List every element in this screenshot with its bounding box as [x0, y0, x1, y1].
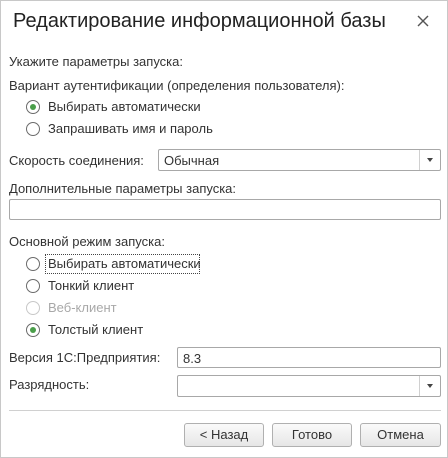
- chevron-down-icon[interactable]: [419, 150, 440, 170]
- version-input[interactable]: 8.3: [177, 347, 441, 368]
- extra-params-label: Дополнительные параметры запуска:: [9, 181, 237, 196]
- speed-label: Скорость соединения:: [9, 153, 144, 168]
- launch-option-thin-label[interactable]: Тонкий клиент: [48, 278, 134, 293]
- back-button[interactable]: < Назад: [184, 423, 264, 447]
- auth-group-label: Вариант аутентификации (определения поль…: [9, 78, 345, 93]
- chevron-down-icon[interactable]: [419, 376, 440, 396]
- version-value: 8.3: [183, 351, 202, 366]
- bitness-select[interactable]: [177, 375, 441, 397]
- done-button[interactable]: Готово: [272, 423, 352, 447]
- launch-radio-thick[interactable]: [26, 323, 40, 337]
- section-label: Укажите параметры запуска:: [9, 54, 183, 69]
- speed-select[interactable]: Обычная: [158, 149, 441, 171]
- launch-radio-thin[interactable]: [26, 279, 40, 293]
- launch-option-web-label: Веб-клиент: [48, 300, 117, 315]
- extra-params-input[interactable]: [9, 199, 441, 220]
- launch-radio-auto[interactable]: [26, 257, 40, 271]
- launch-option-auto-label[interactable]: Выбирать автоматически: [48, 256, 201, 271]
- footer-divider: [9, 410, 441, 411]
- close-icon[interactable]: [413, 11, 433, 31]
- dialog-window: Редактирование информационной базы Укажи…: [0, 0, 448, 458]
- launch-radio-web: [26, 301, 40, 315]
- speed-value: Обычная: [164, 153, 220, 168]
- auth-radio-ask[interactable]: [26, 122, 40, 136]
- bitness-label: Разрядность:: [9, 377, 90, 392]
- auth-radio-auto[interactable]: [26, 100, 40, 114]
- launch-option-thick-label[interactable]: Толстый клиент: [48, 322, 143, 337]
- dialog-title: Редактирование информационной базы: [13, 10, 386, 32]
- version-label: Версия 1С:Предприятия:: [9, 350, 161, 365]
- auth-option-ask-label[interactable]: Запрашивать имя и пароль: [48, 121, 213, 136]
- auth-option-auto-label[interactable]: Выбирать автоматически: [48, 99, 201, 114]
- cancel-button[interactable]: Отмена: [360, 423, 441, 447]
- launch-mode-label: Основной режим запуска:: [9, 234, 165, 249]
